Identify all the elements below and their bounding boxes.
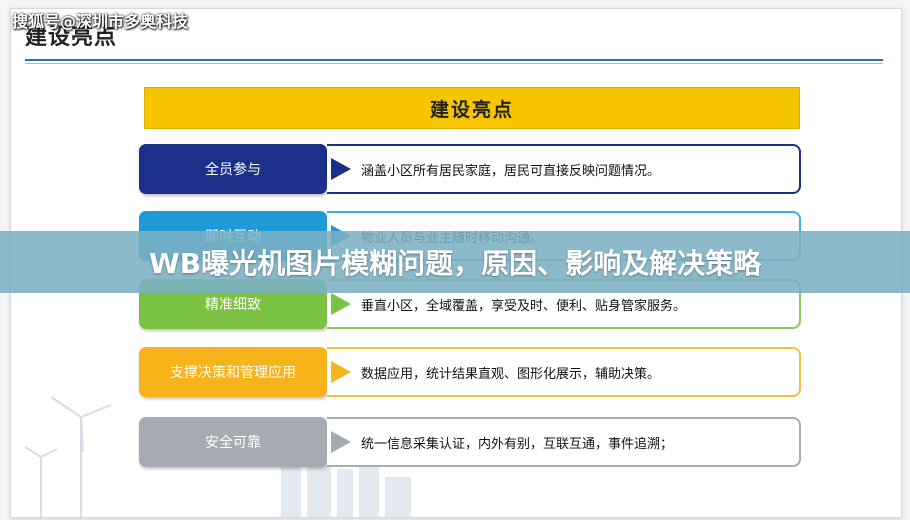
feature-tag: 全员参与 — [139, 144, 327, 194]
headline-text: WB曝光机图片模糊问题，原因、影响及解决策略 — [148, 247, 762, 280]
title-divider-thin — [25, 63, 883, 64]
feature-box: 数据应用，统计结果直观、图形化展示，辅助决策。 — [327, 347, 801, 397]
arrow-right-icon — [331, 158, 351, 180]
feature-row: 支撑决策和管理应用 数据应用，统计结果直观、图形化展示，辅助决策。 — [139, 347, 803, 397]
feature-box: 涵盖小区所有居民家庭，居民可直接反映问题情况。 — [327, 144, 801, 194]
feature-tag: 支撑决策和管理应用 — [139, 347, 327, 397]
section-banner: 建设亮点 — [144, 87, 800, 129]
feature-tag: 安全可靠 — [139, 417, 327, 467]
feature-row: 全员参与 涵盖小区所有居民家庭，居民可直接反映问题情况。 — [139, 144, 803, 194]
arrow-right-icon — [331, 361, 351, 383]
arrow-right-icon — [331, 293, 351, 315]
feature-description: 统一信息采集认证，内外有别，互联互通，事件追溯； — [361, 436, 674, 452]
feature-description: 数据应用，统计结果直观、图形化展示，辅助决策。 — [361, 366, 661, 382]
feature-description: 垂直小区，全域覆盖，享受及时、便利、贴身管家服务。 — [361, 298, 687, 314]
feature-row: 安全可靠 统一信息采集认证，内外有别，互联互通，事件追溯； — [139, 417, 803, 467]
arrow-right-icon — [331, 431, 351, 453]
feature-description: 涵盖小区所有居民家庭，居民可直接反映问题情况。 — [361, 163, 661, 179]
title-divider — [25, 59, 883, 61]
headline-overlay: WB曝光机图片模糊问题，原因、影响及解决策略 — [0, 231, 910, 293]
watermark: 搜狐号@深圳市多奥科技 — [12, 12, 189, 31]
feature-box: 统一信息采集认证，内外有别，互联互通，事件追溯； — [327, 417, 801, 467]
